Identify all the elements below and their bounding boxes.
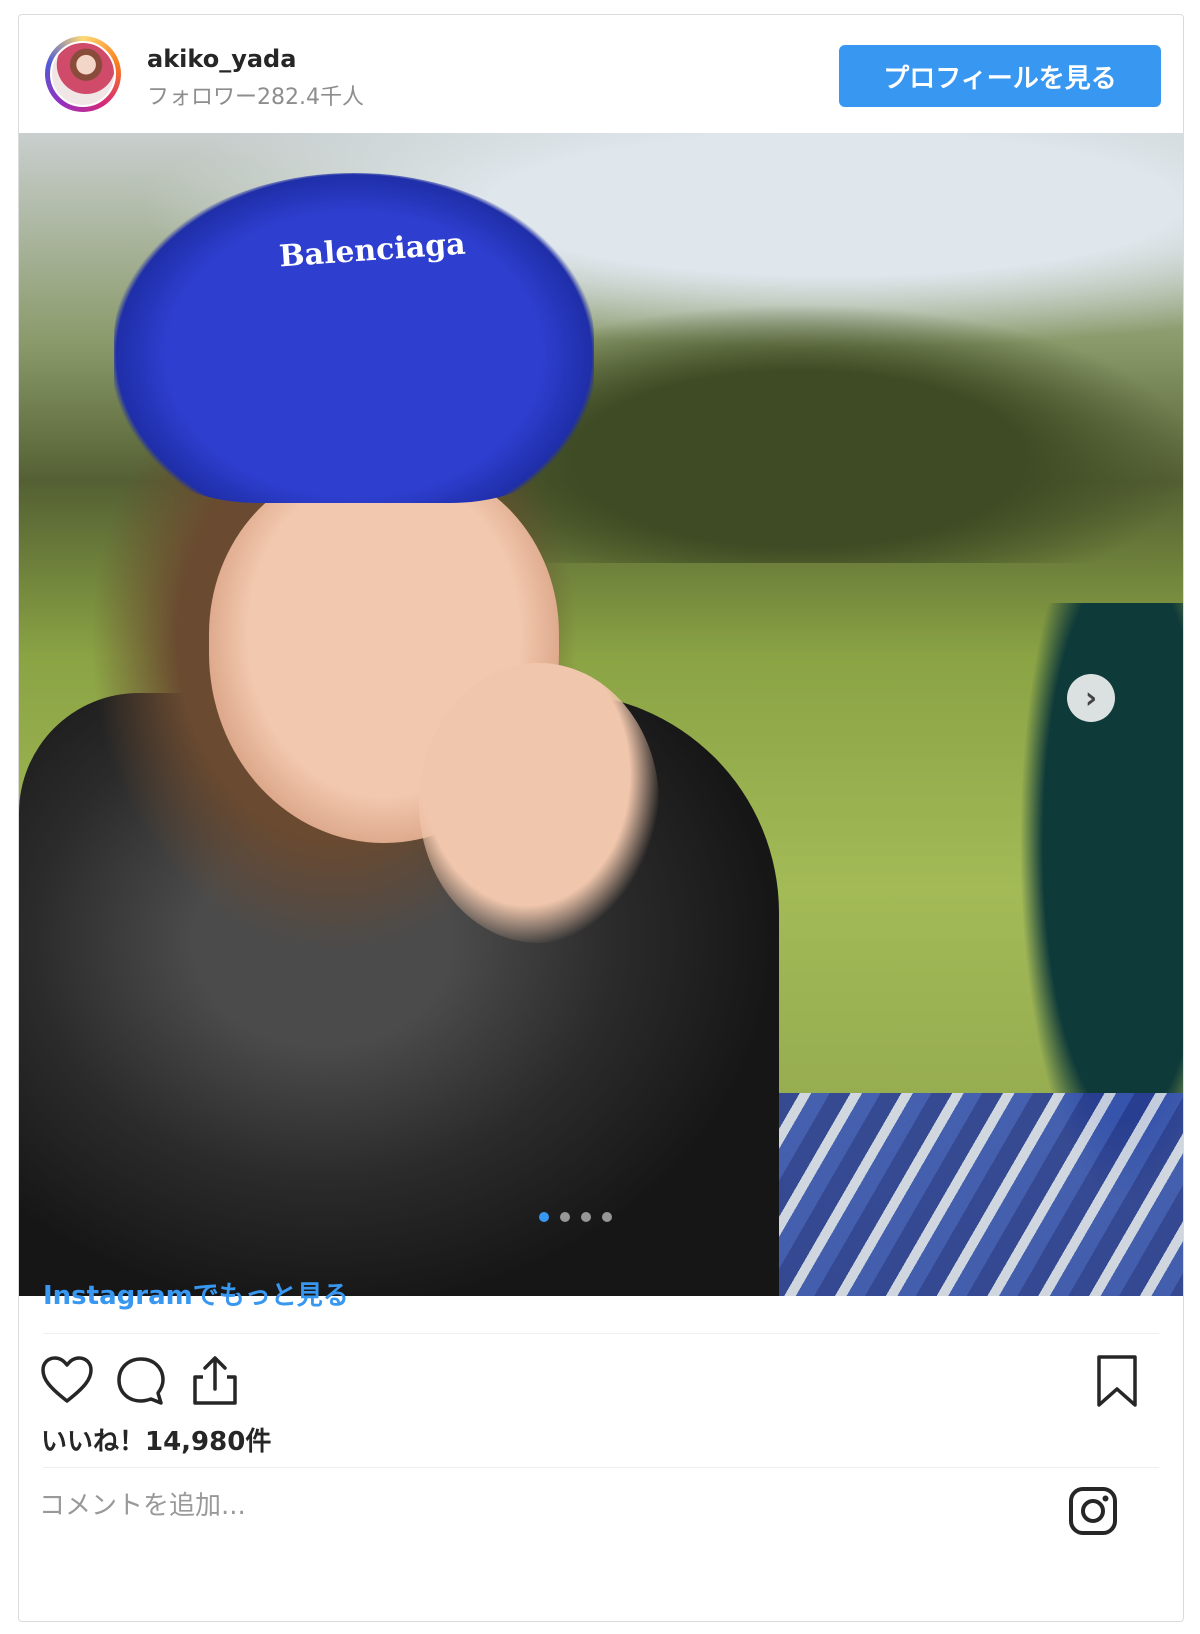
- carousel-dot: [602, 1212, 612, 1222]
- heart-icon[interactable]: [39, 1353, 95, 1409]
- chevron-right-icon: ›: [1084, 680, 1098, 716]
- instagram-embed-card: akiko_yada フォロワー282.4千人 プロフィールを見る Balenc…: [18, 14, 1184, 1622]
- carousel-dot: [581, 1212, 591, 1222]
- photo-blanket: [779, 1093, 1183, 1296]
- post-header: akiko_yada フォロワー282.4千人 プロフィールを見る: [19, 15, 1183, 133]
- action-bar: [39, 1353, 1163, 1409]
- post-photo[interactable]: Balenciaga ›: [19, 133, 1183, 1296]
- carousel-next-button[interactable]: ›: [1067, 674, 1115, 722]
- divider: [43, 1467, 1159, 1468]
- bookmark-icon[interactable]: [1089, 1353, 1145, 1409]
- username[interactable]: akiko_yada: [147, 45, 296, 73]
- avatar[interactable]: [45, 36, 121, 112]
- carousel-dots: [539, 1212, 612, 1222]
- carousel-dot: [539, 1212, 549, 1222]
- photo-hand: [419, 663, 659, 943]
- add-comment-field[interactable]: コメントを追加...: [39, 1485, 939, 1522]
- view-profile-button[interactable]: プロフィールを見る: [839, 45, 1161, 107]
- carousel-dot: [560, 1212, 570, 1222]
- share-icon[interactable]: [187, 1353, 243, 1409]
- instagram-icon[interactable]: [1067, 1485, 1119, 1537]
- avatar-image: [50, 41, 116, 107]
- divider: [43, 1333, 1159, 1334]
- comment-icon[interactable]: [113, 1353, 169, 1409]
- like-count: いいね！14,980件: [41, 1427, 272, 1457]
- view-more-on-instagram-link[interactable]: Instagramでもっと見る: [43, 1275, 349, 1312]
- photo-cap: [114, 173, 594, 503]
- follower-count: フォロワー282.4千人: [147, 85, 364, 110]
